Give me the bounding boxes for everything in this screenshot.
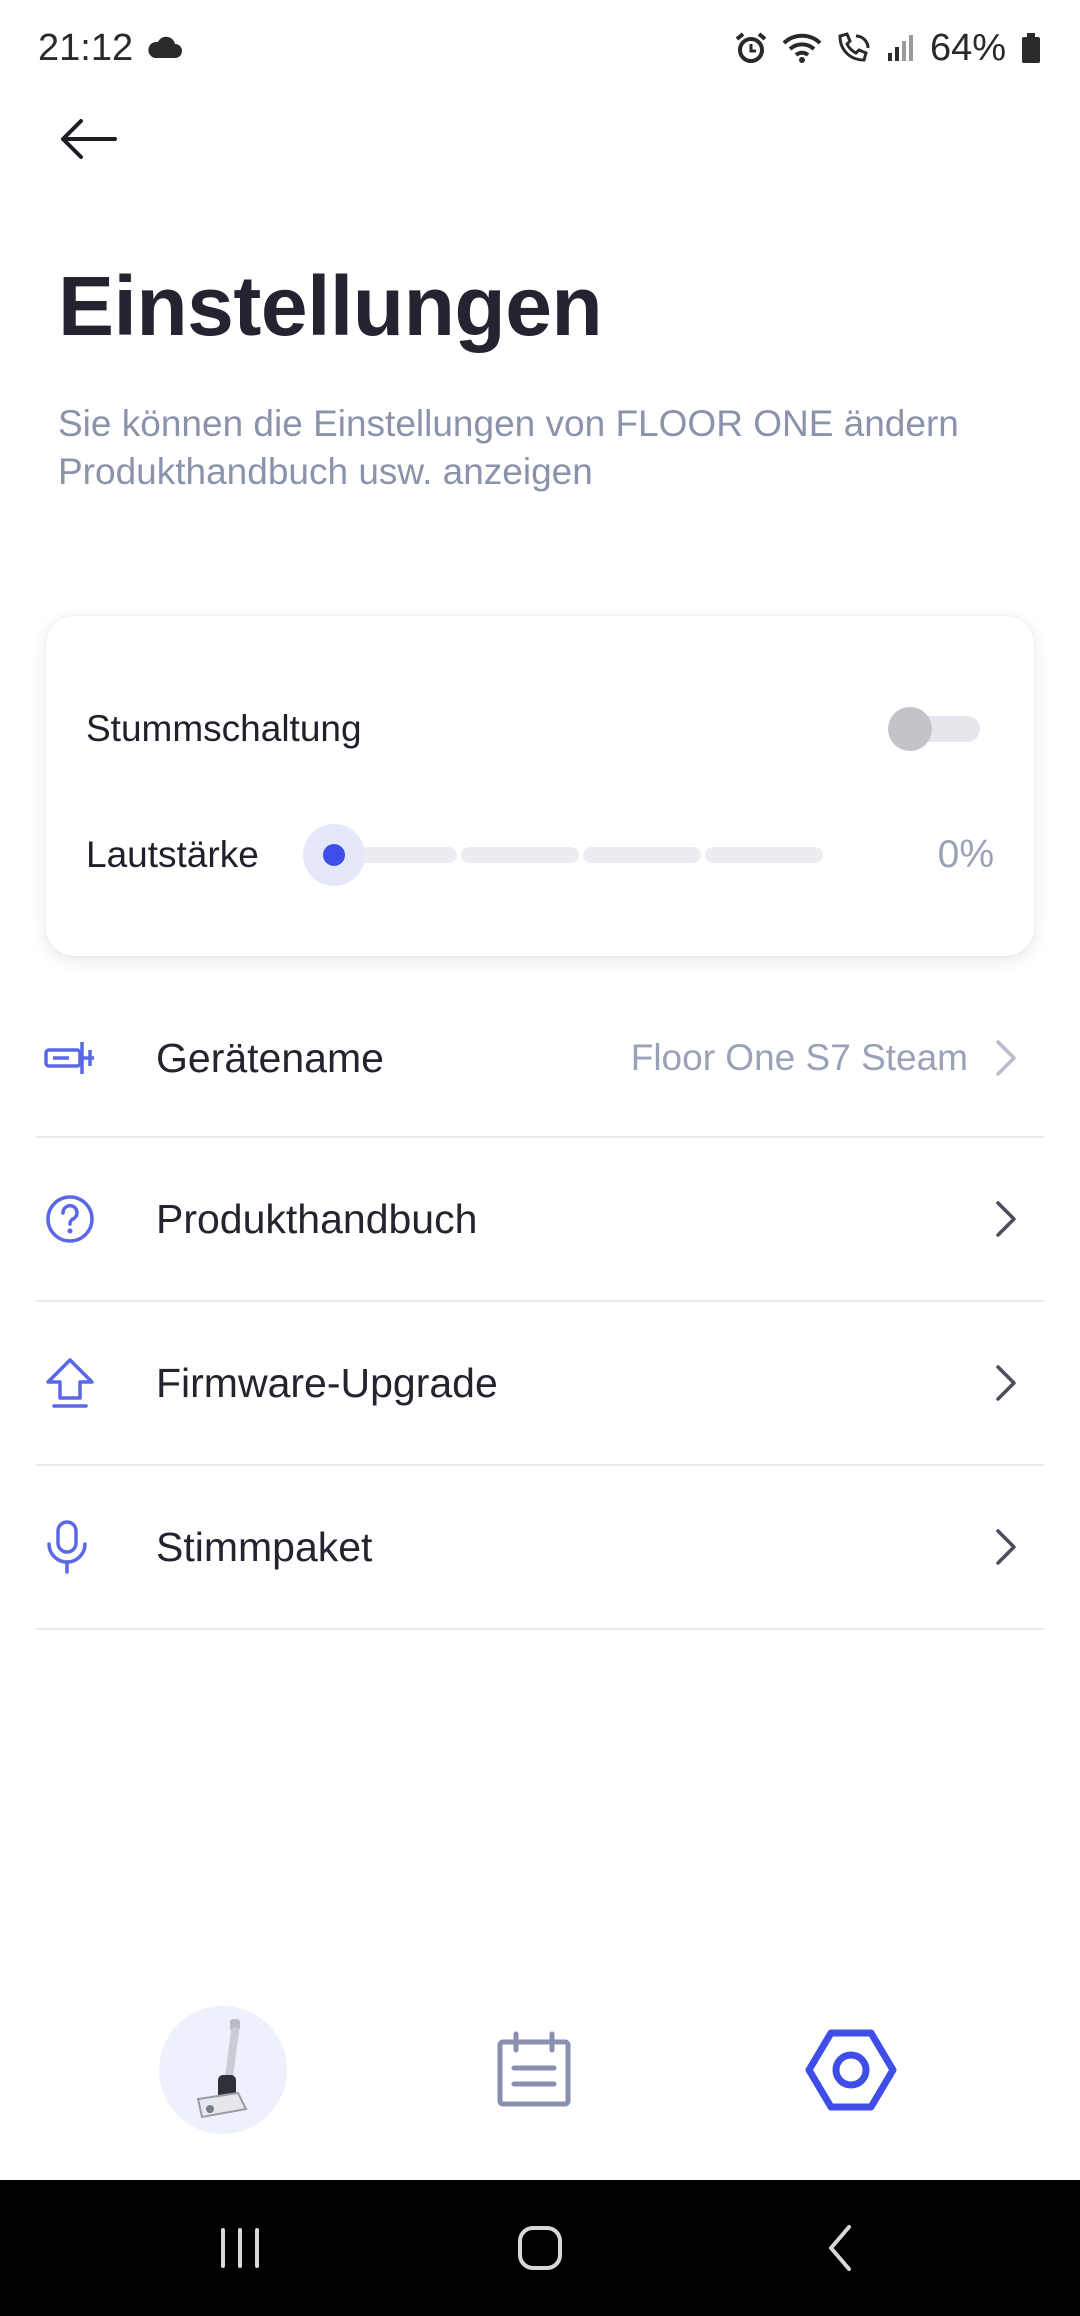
volume-row: Lautstärke 0% xyxy=(86,820,994,890)
chevron-right-icon xyxy=(996,1201,1016,1237)
chevron-right-icon xyxy=(996,1040,1016,1076)
volume-slider[interactable] xyxy=(302,824,823,886)
upgrade-arrow-icon xyxy=(44,1345,120,1421)
recent-apps-button[interactable] xyxy=(185,2208,295,2288)
page-subtitle: Sie können die Einstellungen von FLOOR O… xyxy=(58,403,959,492)
status-bar: 21:12 64% xyxy=(0,0,1080,96)
wifi-call-icon xyxy=(836,32,872,64)
menu-item-device-name[interactable]: Gerätename Floor One S7 Steam xyxy=(36,980,1044,1138)
home-button[interactable] xyxy=(485,2208,595,2288)
tab-schedule[interactable] xyxy=(464,2000,604,2140)
device-name-icon xyxy=(44,1020,120,1096)
help-circle-icon xyxy=(44,1181,120,1257)
status-time: 21:12 xyxy=(38,26,134,69)
system-nav-bar xyxy=(0,2180,1080,2316)
system-back-button[interactable] xyxy=(785,2208,895,2288)
tab-device[interactable] xyxy=(158,2006,287,2134)
settings-hex-icon xyxy=(805,2029,897,2111)
alarm-icon xyxy=(734,31,768,65)
sound-settings-card: Stummschaltung Lautstärke 0% xyxy=(46,616,1034,956)
menu-item-label: Stimmpaket xyxy=(156,1523,373,1570)
menu-item-label: Gerätename xyxy=(156,1034,384,1081)
home-icon xyxy=(518,2226,562,2270)
page-title: Einstellungen xyxy=(58,259,603,353)
wifi-icon xyxy=(782,32,822,64)
vacuum-device-icon xyxy=(196,2019,248,2119)
menu-item-firmware-upgrade[interactable]: Firmware-Upgrade xyxy=(36,1302,1044,1466)
volume-label: Lautstärke xyxy=(86,834,259,875)
arrow-left-icon xyxy=(61,119,117,159)
tab-settings[interactable] xyxy=(781,2000,921,2140)
toggle-knob xyxy=(888,707,932,751)
chevron-right-icon xyxy=(996,1529,1016,1565)
settings-screen: 21:12 64% Einstellungen Sie können die E… xyxy=(0,0,1080,2316)
menu-item-voice-pack[interactable]: Stimmpaket xyxy=(36,1466,1044,1630)
cloud-icon xyxy=(147,27,183,70)
menu-item-label: Produkthandbuch xyxy=(156,1195,478,1242)
recent-apps-icon xyxy=(221,2228,259,2268)
battery-icon xyxy=(1020,32,1042,64)
chevron-right-icon xyxy=(996,1365,1016,1401)
menu-item-product-manual[interactable]: Produkthandbuch xyxy=(36,1138,1044,1302)
menu-item-label: Firmware-Upgrade xyxy=(156,1359,498,1406)
settings-list: Gerätename Floor One S7 Steam Produkthan… xyxy=(36,980,1044,1630)
bottom-tab-bar xyxy=(0,1990,1080,2150)
volume-value: 0% xyxy=(937,833,994,876)
mute-toggle[interactable] xyxy=(888,707,980,751)
mute-label: Stummschaltung xyxy=(86,708,362,749)
mute-row: Stummschaltung xyxy=(86,694,994,764)
calendar-icon xyxy=(497,2031,571,2107)
signal-icon xyxy=(886,33,916,63)
back-button[interactable] xyxy=(48,104,128,174)
device-name-value: Floor One S7 Steam xyxy=(630,1037,968,1078)
microphone-icon xyxy=(44,1509,120,1585)
battery-percent: 64% xyxy=(929,26,1006,69)
back-chevron-icon xyxy=(829,2225,851,2271)
